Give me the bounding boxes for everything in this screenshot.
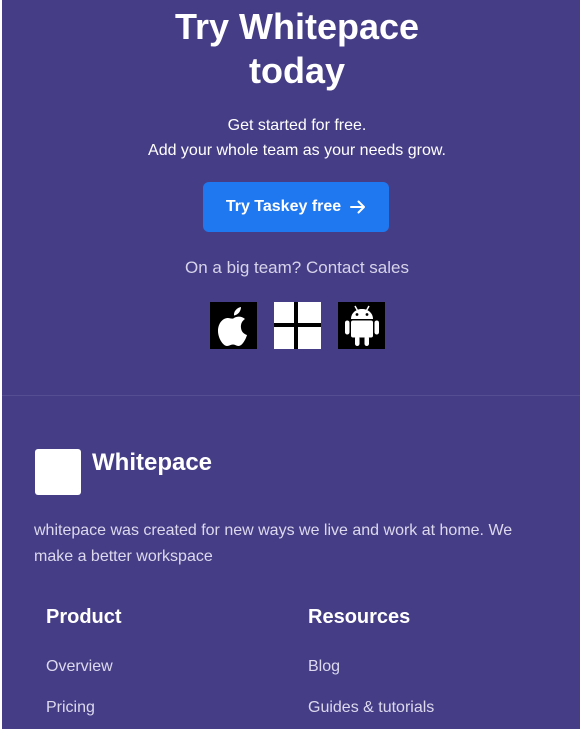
brand-name: Whitepace bbox=[92, 449, 213, 476]
try-taskey-button[interactable]: Try Taskey free bbox=[203, 182, 389, 232]
brand-description: whitepace was created for new ways we li… bbox=[34, 522, 513, 565]
cta-section: Try Whitepace today Get started for free… bbox=[2, 0, 580, 396]
hero-subtitle-line-2: Add your whole team as your needs grow. bbox=[148, 142, 446, 159]
footer-link-guides-tutorials[interactable]: Guides & tutorials bbox=[308, 698, 434, 717]
page: Try Whitepace today Get started for free… bbox=[2, 0, 580, 729]
brand-logo[interactable] bbox=[35, 449, 81, 495]
product-column-title: Product bbox=[46, 606, 122, 628]
platform-icons bbox=[210, 302, 385, 349]
hero-title-line-1: Try Whitepace bbox=[174, 6, 420, 47]
resources-column-title: Resources bbox=[308, 606, 411, 628]
arrow-right-icon bbox=[350, 200, 366, 214]
footer-link-pricing[interactable]: Pricing bbox=[46, 698, 122, 717]
product-column: Product Overview Pricing bbox=[46, 606, 122, 729]
hero-subtitle: Get started for free. Add your whole tea… bbox=[2, 113, 580, 163]
try-taskey-label: Try Taskey free bbox=[225, 198, 342, 215]
resources-column: Resources Blog Guides & tutorials bbox=[308, 606, 434, 729]
contact-sales-link[interactable]: On a big team? Contact sales bbox=[2, 258, 580, 278]
footer-link-blog[interactable]: Blog bbox=[308, 657, 434, 676]
apple-icon[interactable] bbox=[210, 302, 257, 349]
hero-title-line-2: today bbox=[248, 50, 345, 91]
footer-link-overview[interactable]: Overview bbox=[46, 657, 122, 676]
hero-subtitle-line-1: Get started for free. bbox=[227, 117, 367, 134]
windows-icon[interactable] bbox=[274, 302, 321, 349]
android-icon[interactable] bbox=[338, 302, 385, 349]
hero-title: Try Whitepace today bbox=[2, 5, 580, 93]
